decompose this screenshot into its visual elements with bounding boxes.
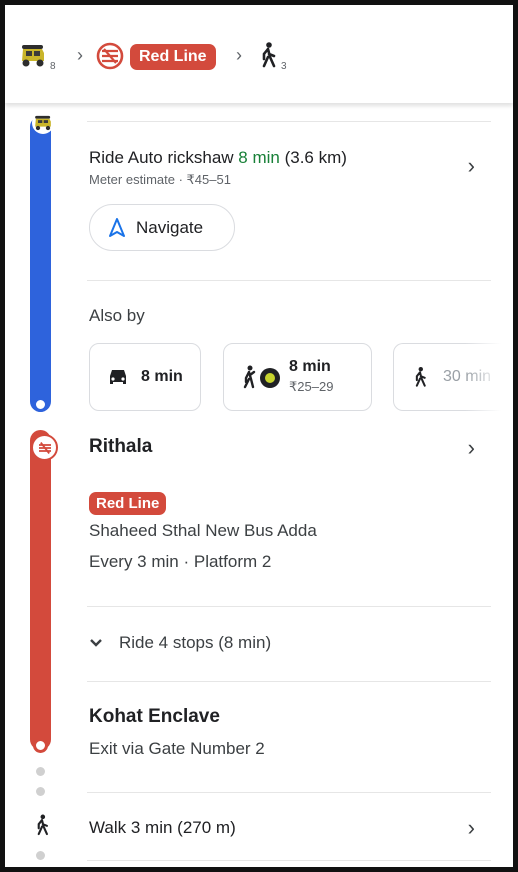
metro-leg-line: [30, 430, 51, 750]
navigate-button[interactable]: Navigate: [89, 204, 235, 251]
ride-distance-text: (3.6 km): [279, 148, 347, 167]
directions-screen: 8 › Red Line › 3 Ride Auto rickshaw 8 mi…: [0, 0, 518, 872]
delhi-metro-logo-icon: [31, 434, 58, 461]
chevron-right-icon[interactable]: ›: [468, 153, 475, 179]
ride-hail-icon: [243, 365, 280, 389]
chevron-right-icon[interactable]: ›: [468, 435, 475, 461]
alighting-station: Kohat Enclave: [89, 706, 220, 727]
ride-hail-time: 8 min: [289, 358, 331, 375]
navigate-label: Navigate: [136, 217, 204, 237]
walk-icon: [257, 41, 279, 74]
auto-leg-end-dot: [33, 397, 48, 412]
chevron-right-icon: ›: [77, 45, 83, 65]
frequency-platform-text: Every 3 min · Platform 2: [89, 552, 272, 571]
chevron-down-icon: [90, 639, 102, 647]
auto-rickshaw-icon: [32, 112, 54, 134]
walk-path-dot: [36, 851, 45, 860]
alt-mode-ride-hail-card[interactable]: 8 min ₹25–29: [223, 343, 372, 411]
walk-duration-subscript: 3: [281, 61, 287, 72]
delhi-metro-logo-icon: [95, 41, 125, 76]
red-line-badge: Red Line: [89, 492, 167, 515]
ride-stops-toggle[interactable]: Ride 4 stops (8 min): [89, 633, 271, 653]
also-by-label: Also by: [89, 306, 145, 325]
alt-mode-car-card[interactable]: 8 min: [89, 343, 201, 411]
exit-gate-text: Exit via Gate Number 2: [89, 739, 265, 758]
divider: [87, 792, 491, 793]
scroll-fade-overlay: [465, 341, 513, 413]
fare-estimate: Meter estimate · ₹45–51: [89, 172, 231, 187]
ride-time-text: 8 min: [238, 148, 280, 167]
car-time: 8 min: [141, 368, 183, 385]
ride-mode-text: Ride Auto rickshaw: [89, 148, 239, 167]
walk-leg-summary[interactable]: Walk 3 min (270 m): [89, 818, 236, 838]
chevron-right-icon[interactable]: ›: [468, 815, 475, 841]
auto-duration-subscript: 8: [50, 61, 56, 72]
red-line-badge: Red Line: [130, 44, 216, 70]
auto-rickshaw-icon: [19, 43, 47, 74]
navigation-arrow-icon: [109, 217, 125, 237]
auto-leg-line: [30, 117, 51, 412]
divider: [87, 280, 491, 281]
walk-icon: [415, 366, 426, 387]
divider: [87, 606, 491, 607]
metro-leg-end-dot: [33, 738, 48, 753]
boarding-station[interactable]: Rithala: [89, 436, 152, 458]
ride-hail-price: ₹25–29: [289, 379, 334, 394]
walk-icon: [33, 813, 51, 842]
ride-stops-text: Ride 4 stops (8 min): [119, 633, 272, 652]
walk-path-dot: [36, 787, 45, 796]
direction-text: Shaheed Sthal New Bus Adda: [89, 521, 317, 540]
auto-ride-summary[interactable]: Ride Auto rickshaw 8 min (3.6 km): [89, 148, 347, 168]
car-icon: [110, 370, 126, 384]
divider: [87, 681, 491, 682]
divider: [87, 121, 491, 122]
chevron-right-icon: ›: [236, 45, 242, 65]
route-summary-bar[interactable]: 8 › Red Line › 3: [5, 5, 513, 103]
walk-path-dot: [36, 767, 45, 776]
divider: [87, 860, 491, 861]
